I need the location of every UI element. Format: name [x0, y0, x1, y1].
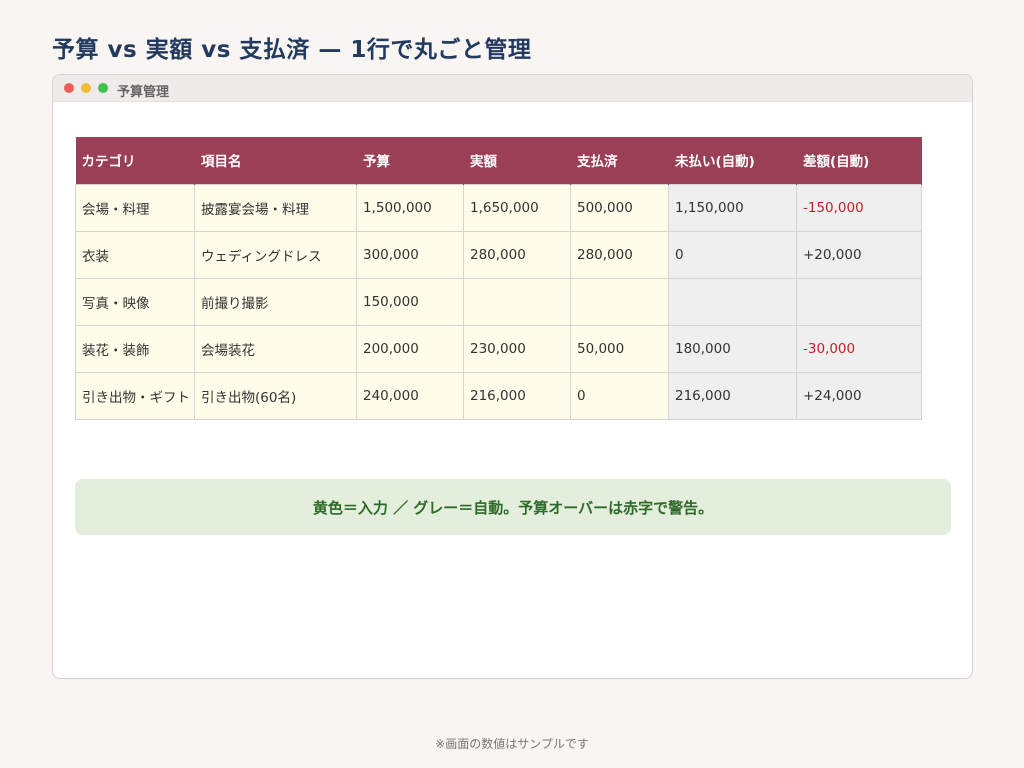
diff-cell: +20,000	[796, 230, 922, 279]
minimize-window-button[interactable]	[81, 83, 91, 93]
category-cell[interactable]: 引き出物・ギフト	[75, 371, 195, 420]
table-row: 衣装 ウェディングドレス 300,000 280,000 280,000 0 +…	[75, 230, 922, 279]
item-cell[interactable]: 前撮り撮影	[194, 277, 357, 326]
paid-cell[interactable]: 50,000	[570, 324, 669, 373]
budget-cell[interactable]: 240,000	[356, 371, 464, 420]
item-cell[interactable]: 披露宴会場・料理	[194, 183, 357, 232]
page-title: 予算 vs 実額 vs 支払済 — 1行で丸ごと管理	[52, 37, 532, 63]
table-row: 会場・料理 披露宴会場・料理 1,500,000 1,650,000 500,0…	[75, 183, 922, 232]
diff-cell: -30,000	[796, 324, 922, 373]
col-header-diff[interactable]: 差額(自動)	[796, 137, 922, 184]
col-header-budget[interactable]: 予算	[356, 137, 464, 184]
item-cell[interactable]: ウェディングドレス	[194, 230, 357, 279]
budget-cell[interactable]: 200,000	[356, 324, 464, 373]
category-cell[interactable]: 会場・料理	[75, 183, 195, 232]
diff-cell	[796, 277, 922, 326]
col-header-paid[interactable]: 支払済	[570, 137, 669, 184]
col-header-actual[interactable]: 実額	[463, 137, 571, 184]
table-row: 装花・装飾 会場装花 200,000 230,000 50,000 180,00…	[75, 324, 922, 373]
table-header-row: カテゴリ 項目名 予算 実額 支払済 未払い(自動) 差額(自動)	[75, 137, 922, 184]
unpaid-cell: 0	[668, 230, 797, 279]
window-title: 予算管理	[117, 85, 170, 100]
sample-disclaimer: ※画面の数値はサンプルです	[435, 737, 589, 751]
maximize-window-button[interactable]	[98, 83, 108, 93]
unpaid-cell: 180,000	[668, 324, 797, 373]
diff-cell: +24,000	[796, 371, 922, 420]
category-cell[interactable]: 衣装	[75, 230, 195, 279]
close-window-button[interactable]	[64, 83, 74, 93]
actual-cell[interactable]	[463, 277, 571, 326]
window-titlebar: 予算管理	[53, 75, 972, 102]
unpaid-cell: 1,150,000	[668, 183, 797, 232]
actual-cell[interactable]: 230,000	[463, 324, 571, 373]
actual-cell[interactable]: 216,000	[463, 371, 571, 420]
budget-table: カテゴリ 項目名 予算 実額 支払済 未払い(自動) 差額(自動) 会場・料理 …	[75, 137, 922, 420]
table-row: 引き出物・ギフト 引き出物(60名) 240,000 216,000 0 216…	[75, 371, 922, 420]
item-cell[interactable]: 会場装花	[194, 324, 357, 373]
paid-cell[interactable]: 0	[570, 371, 669, 420]
actual-cell[interactable]: 1,650,000	[463, 183, 571, 232]
col-header-item[interactable]: 項目名	[194, 137, 357, 184]
unpaid-cell	[668, 277, 797, 326]
col-header-category[interactable]: カテゴリ	[75, 137, 195, 184]
budget-cell[interactable]: 300,000	[356, 230, 464, 279]
paid-cell[interactable]: 280,000	[570, 230, 669, 279]
item-cell[interactable]: 引き出物(60名)	[194, 371, 357, 420]
app-window: 予算管理 カテゴリ 項目名 予算 実額 支払済 未払い(自動) 差額(自動) 会…	[52, 74, 973, 679]
paid-cell[interactable]	[570, 277, 669, 326]
diff-cell: -150,000	[796, 183, 922, 232]
table-row: 写真・映像 前撮り撮影 150,000	[75, 277, 922, 326]
legend-note: 黄色＝入力 ／ グレー＝自動。予算オーバーは赤字で警告。	[75, 479, 951, 535]
paid-cell[interactable]: 500,000	[570, 183, 669, 232]
category-cell[interactable]: 装花・装飾	[75, 324, 195, 373]
category-cell[interactable]: 写真・映像	[75, 277, 195, 326]
actual-cell[interactable]: 280,000	[463, 230, 571, 279]
col-header-unpaid[interactable]: 未払い(自動)	[668, 137, 797, 184]
budget-cell[interactable]: 150,000	[356, 277, 464, 326]
budget-cell[interactable]: 1,500,000	[356, 183, 464, 232]
unpaid-cell: 216,000	[668, 371, 797, 420]
